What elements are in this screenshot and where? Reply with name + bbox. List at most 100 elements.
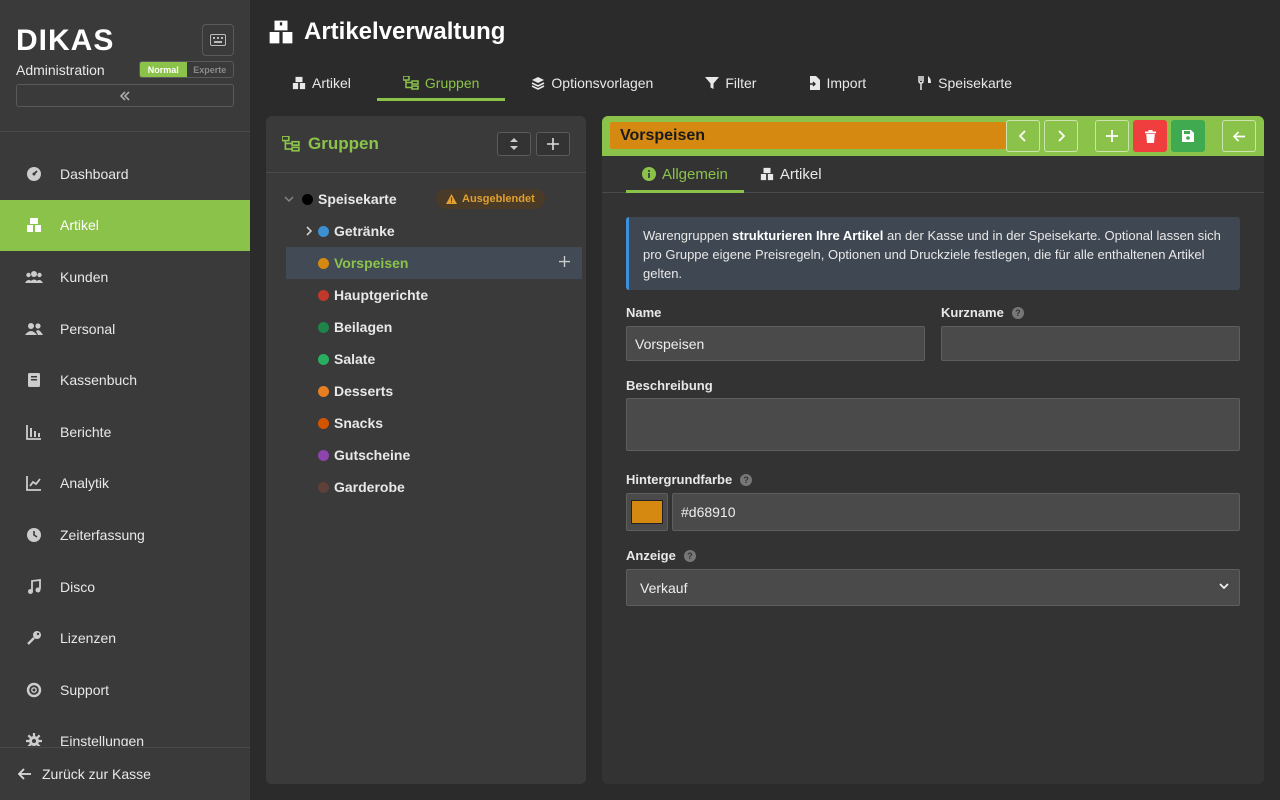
tab-label: Optionsvorlagen [551, 74, 654, 91]
tree-root-item[interactable]: Speisekarte Ausgeblendet [282, 183, 582, 215]
tab-detail-artikel[interactable]: Artikel [744, 156, 838, 192]
tab-allgemein[interactable]: Allgemein [626, 156, 744, 193]
sidebar-item-kunden[interactable]: Kunden [0, 251, 250, 303]
sidebar-item-kassenbuch[interactable]: Kassenbuch [0, 354, 250, 406]
tree-item-label: Vorspeisen [334, 255, 409, 271]
short-name-label: Kurzname [941, 305, 1004, 320]
help-icon[interactable]: ? [740, 473, 753, 486]
tab-label: Gruppen [424, 74, 480, 91]
double-chevron-left-icon [119, 90, 130, 101]
mode-expert-option[interactable]: Experte [187, 62, 234, 77]
tree-item-label: Desserts [334, 383, 394, 399]
plus-icon [547, 138, 559, 150]
sidebar-item-analytik[interactable]: Analytik [0, 458, 250, 510]
sidebar-item-personal[interactable]: Personal [0, 303, 250, 355]
sidebar-item-label: Personal [60, 320, 116, 337]
bar-chart-icon [25, 423, 43, 441]
plus-icon [1106, 130, 1118, 142]
tree-item-salate[interactable]: Salate [302, 343, 582, 375]
sort-button[interactable] [497, 132, 531, 156]
sidebar-item-lizenzen[interactable]: Lizenzen [0, 612, 250, 664]
bg-color-label-wrap: Hintergrundfarbe ? [626, 472, 753, 487]
help-icon[interactable]: ? [1011, 306, 1024, 319]
tree-item-label: Hauptgerichte [334, 287, 429, 303]
add-button[interactable] [1095, 120, 1129, 152]
book-icon [25, 371, 43, 389]
keyboard-icon [210, 34, 226, 46]
hidden-badge-label: Ausgeblendet [462, 193, 535, 205]
short-name-input[interactable] [941, 326, 1240, 361]
sidebar-item-dashboard[interactable]: Dashboard [0, 148, 250, 200]
sidebar-item-einstellungen[interactable]: Einstellungen [0, 716, 250, 746]
sidebar-item-artikel[interactable]: Artikel [0, 199, 250, 252]
info-text-bold: strukturieren Ihre Artikel [732, 228, 884, 243]
collapse-sidebar-button[interactable] [16, 84, 234, 107]
back-button[interactable] [1222, 120, 1256, 152]
tree-item-desserts[interactable]: Desserts [302, 375, 582, 407]
clock-icon [25, 526, 43, 544]
previous-button[interactable] [1006, 120, 1040, 152]
tree-item-getraenke[interactable]: Getränke [302, 215, 582, 247]
sidebar-item-berichte[interactable]: Berichte [0, 406, 250, 458]
save-button[interactable] [1171, 120, 1205, 152]
delete-button[interactable] [1133, 120, 1167, 152]
group-tree: Speisekarte Ausgeblendet Getränke Vorspe… [282, 183, 582, 503]
mode-toggle[interactable]: Normal Experte [139, 61, 234, 78]
line-chart-icon [25, 474, 43, 492]
next-button[interactable] [1044, 120, 1078, 152]
utensils-icon [918, 75, 932, 90]
tree-item-beilagen[interactable]: Beilagen [302, 311, 582, 343]
tab-import[interactable]: Import [782, 64, 892, 101]
group-color-dot [318, 417, 329, 429]
info-callout: Warengruppen strukturieren Ihre Artikel … [626, 217, 1240, 290]
keyboard-button[interactable] [202, 24, 234, 56]
tab-label: Speisekarte [938, 74, 1013, 91]
sort-icon [510, 138, 518, 150]
info-text-pre: Warengruppen [643, 228, 733, 243]
sidebar-item-label: Einstellungen [60, 733, 145, 746]
tab-speisekarte[interactable]: Speisekarte [892, 64, 1038, 101]
group-color-dot [318, 481, 329, 493]
add-group-button[interactable] [536, 132, 570, 156]
tree-item-hauptgerichte[interactable]: Hauptgerichte [302, 279, 582, 311]
tree-item-label: Getränke [334, 223, 395, 239]
group-color-dot [318, 321, 329, 333]
tree-children: Getränke Vorspeisen Hauptgerichte Beilag… [282, 215, 582, 503]
group-color-dot [318, 449, 329, 461]
page-title: Artikelverwaltung [304, 18, 506, 45]
plus-icon [559, 256, 570, 267]
display-label-wrap: Anzeige ? [626, 548, 696, 563]
chevron-down-icon[interactable] [282, 196, 296, 202]
group-detail-panel: Vorspeisen Allgemein Artikel Warengruppe… [602, 116, 1264, 784]
sidebar-item-disco[interactable]: Disco [0, 561, 250, 613]
bg-color-input[interactable] [672, 493, 1240, 531]
sidebar-item-label: Zeiterfassung [60, 526, 145, 543]
group-color-dot [302, 193, 313, 205]
tree-item-gutscheine[interactable]: Gutscheine [302, 439, 582, 471]
tab-label: Artikel [312, 74, 351, 91]
tab-optionsvorlagen[interactable]: Optionsvorlagen [505, 64, 679, 101]
tree-panel-title: Gruppen [308, 134, 379, 153]
name-input[interactable] [626, 326, 925, 361]
filter-icon [705, 76, 720, 89]
user-group-icon [25, 320, 43, 338]
mode-normal-option[interactable]: Normal [140, 62, 187, 77]
display-select[interactable]: Verkauf [626, 569, 1240, 606]
tree-item-vorspeisen[interactable]: Vorspeisen [286, 247, 582, 279]
sidebar-item-support[interactable]: Support [0, 664, 250, 716]
description-textarea[interactable] [626, 398, 1240, 451]
back-to-register-link[interactable]: Zurück zur Kasse [0, 747, 250, 800]
add-subgroup-button[interactable] [559, 254, 570, 272]
color-picker-button[interactable] [626, 493, 668, 531]
tree-item-garderobe[interactable]: Garderobe [302, 471, 582, 503]
chevron-right-icon[interactable] [302, 226, 316, 236]
arrow-left-icon [18, 768, 31, 780]
help-icon[interactable]: ? [683, 549, 696, 562]
sidebar-item-zeiterfassung[interactable]: Zeiterfassung [0, 509, 250, 561]
tree-item-label: Garderobe [334, 479, 405, 495]
detail-tabs: Allgemein Artikel [602, 156, 1264, 193]
tab-gruppen[interactable]: Gruppen [376, 64, 506, 101]
tab-artikel[interactable]: Artikel [266, 64, 377, 101]
tab-filter[interactable]: Filter [679, 64, 782, 101]
tree-item-snacks[interactable]: Snacks [302, 407, 582, 439]
